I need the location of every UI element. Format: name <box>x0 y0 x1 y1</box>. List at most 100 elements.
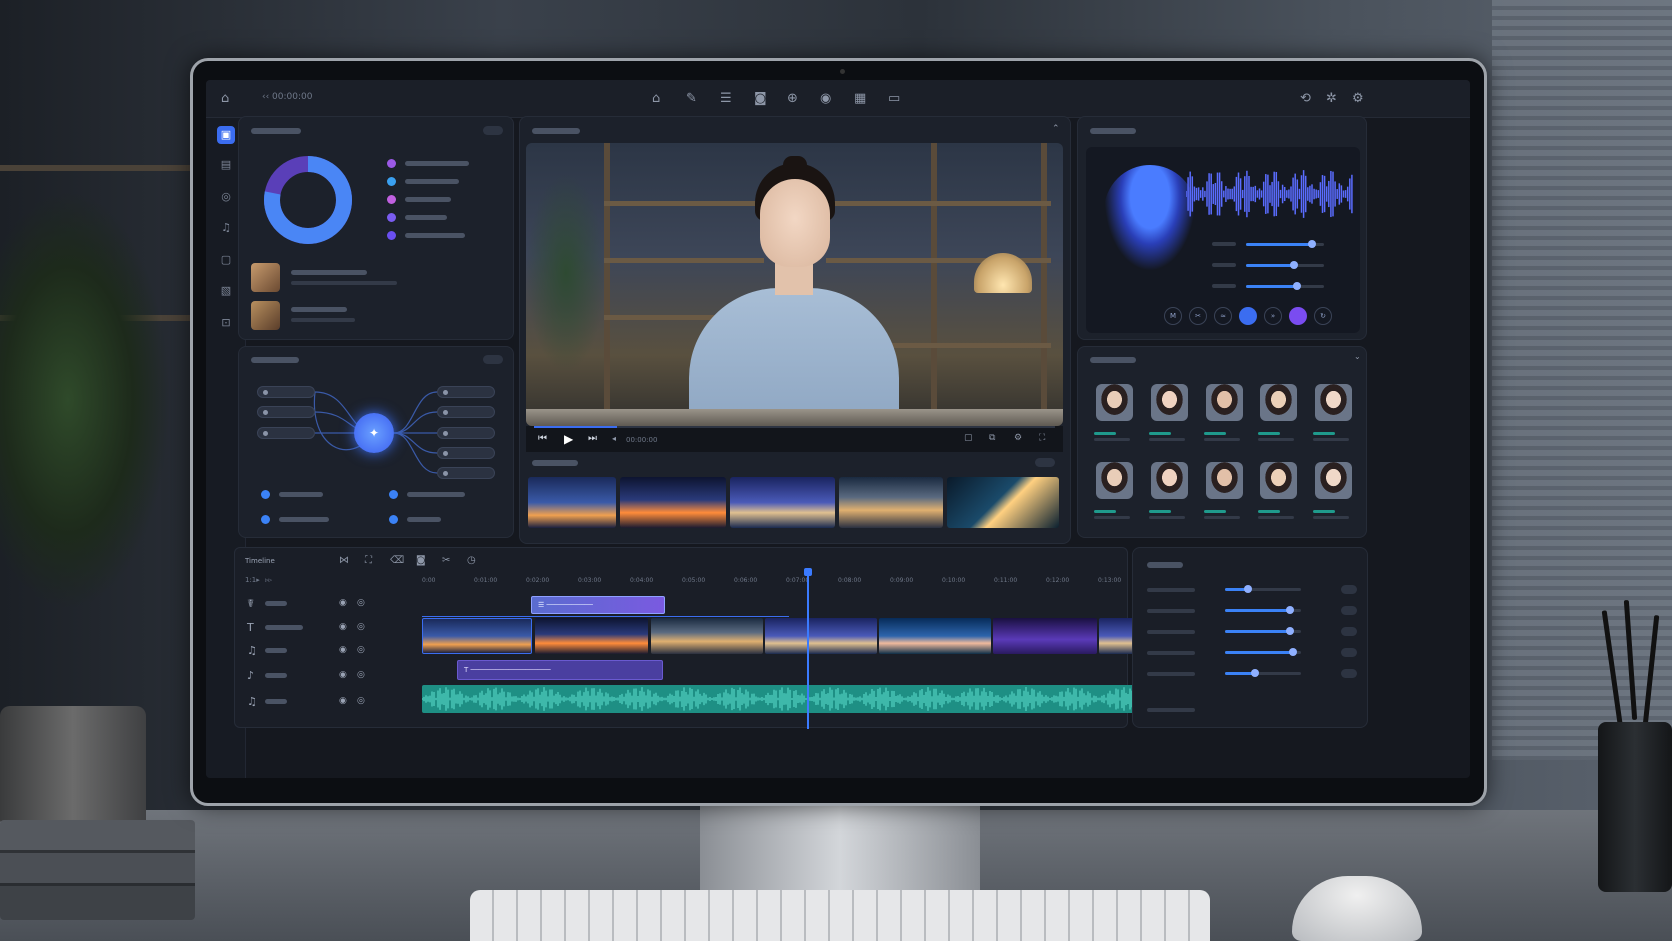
crop-icon[interactable]: ⛶ <box>365 556 372 566</box>
avatar-option[interactable] <box>1315 462 1352 499</box>
voice-slider-3[interactable] <box>1246 282 1324 290</box>
scenes-options-button[interactable] <box>1035 458 1055 467</box>
avatar-option[interactable] <box>1096 384 1133 421</box>
playhead[interactable] <box>804 568 812 729</box>
settings-icon[interactable]: ⚙ <box>1352 92 1364 105</box>
workflow-node[interactable] <box>437 386 495 398</box>
lock-icon[interactable]: ◎ <box>357 598 365 608</box>
avatar[interactable] <box>251 263 280 292</box>
workflow-node[interactable] <box>437 447 495 459</box>
cut-icon[interactable]: ✂ <box>442 556 450 566</box>
video-clip[interactable] <box>651 618 763 654</box>
title-clip[interactable]: ☰ ─────────── <box>531 596 665 614</box>
property-slider[interactable] <box>1225 669 1301 677</box>
text-clip[interactable]: T ─────────────────── <box>457 660 663 680</box>
slider-knob[interactable] <box>1243 585 1252 593</box>
property-value-chip[interactable] <box>1341 606 1357 615</box>
slider-knob[interactable] <box>1285 627 1294 635</box>
clock-icon[interactable]: ◷ <box>467 556 476 566</box>
property-value-chip[interactable] <box>1341 648 1357 657</box>
more-icon[interactable]: ⌄ <box>1354 353 1361 361</box>
sidebar-item-layouts[interactable]: ▤ <box>217 156 235 174</box>
visibility-icon[interactable]: ◉ <box>339 696 347 706</box>
scene-thumbnail[interactable] <box>528 477 616 528</box>
lock-icon[interactable]: ◎ <box>357 670 365 680</box>
workflow-node[interactable] <box>257 386 315 398</box>
magic-icon[interactable]: ✲ <box>1326 92 1337 105</box>
effect-button[interactable] <box>1289 307 1307 325</box>
avatar-option[interactable] <box>1260 384 1297 421</box>
workflow-node[interactable] <box>437 406 495 418</box>
video-preview[interactable] <box>526 143 1063 426</box>
slider-knob[interactable] <box>1251 669 1260 677</box>
video-clip[interactable] <box>765 618 877 654</box>
workflow-node[interactable] <box>437 427 495 439</box>
property-slider[interactable] <box>1225 627 1301 635</box>
slider-knob[interactable] <box>1292 282 1301 290</box>
skip-forward-icon[interactable]: ⏭ <box>588 434 597 444</box>
eye-icon[interactable]: ◉ <box>820 92 831 105</box>
avatar-option[interactable] <box>1151 462 1188 499</box>
avatar-option[interactable] <box>1151 384 1188 421</box>
avatar-option[interactable] <box>1206 462 1243 499</box>
visibility-icon[interactable]: ◉ <box>339 645 347 655</box>
playback-progress[interactable] <box>534 426 1055 428</box>
avatar-option[interactable] <box>1206 384 1243 421</box>
panel-options-button[interactable] <box>483 126 503 135</box>
lock-icon[interactable]: ◎ <box>357 622 365 632</box>
sidebar-item-text[interactable]: ▢ <box>217 251 235 269</box>
volume-icon[interactable]: ◂ <box>612 435 616 443</box>
sidebar-item-export[interactable]: ⊡ <box>217 314 235 332</box>
audio-clip[interactable] <box>422 685 1147 713</box>
avatar-option[interactable] <box>1260 462 1297 499</box>
lock-icon[interactable]: ◎ <box>357 696 365 706</box>
camera-icon[interactable]: ◙ <box>754 92 767 105</box>
video-clip[interactable] <box>993 618 1097 654</box>
scene-thumbnail[interactable] <box>620 477 726 528</box>
skip-icon[interactable]: » <box>1264 307 1282 325</box>
skip-back-icon[interactable]: ⏮ <box>538 434 547 444</box>
visibility-icon[interactable]: ◉ <box>339 622 347 632</box>
wave-icon[interactable]: ≈ <box>1214 307 1232 325</box>
voice-slider-2[interactable] <box>1246 261 1324 269</box>
property-slider[interactable] <box>1225 585 1301 593</box>
cut-icon[interactable]: ✂ <box>1189 307 1207 325</box>
mic-icon[interactable]: M <box>1164 307 1182 325</box>
sidebar-item-media[interactable]: ▣ <box>217 126 235 144</box>
workflow-node[interactable] <box>437 467 495 479</box>
avatar[interactable] <box>251 301 280 330</box>
video-clip[interactable] <box>535 618 648 654</box>
sidebar-item-voices[interactable]: ♫ <box>217 219 235 237</box>
captions-icon[interactable]: ▢ <box>964 434 973 443</box>
voice-slider-1[interactable] <box>1246 240 1324 248</box>
sidebar-item-avatars[interactable]: ◎ <box>217 188 235 206</box>
camera-icon[interactable]: ◙ <box>416 556 426 566</box>
slider-knob[interactable] <box>1285 606 1294 614</box>
loop-icon[interactable]: ↻ <box>1314 307 1332 325</box>
settings-icon[interactable]: ⚙ <box>1014 434 1022 443</box>
video-clip[interactable] <box>879 618 991 654</box>
slider-knob[interactable] <box>1289 648 1298 656</box>
menu-icon[interactable]: ☰ <box>720 92 732 105</box>
scene-thumbnail[interactable] <box>839 477 943 528</box>
lock-icon[interactable]: ◎ <box>357 645 365 655</box>
home-icon[interactable]: ⌂ <box>221 92 229 105</box>
edit-icon[interactable]: ✎ <box>686 92 697 105</box>
record-button[interactable] <box>1239 307 1257 325</box>
avatar-option[interactable] <box>1096 462 1133 499</box>
fullscreen-icon[interactable]: ⛶ <box>1039 434 1045 443</box>
visibility-icon[interactable]: ◉ <box>339 670 347 680</box>
workflow-node[interactable] <box>257 406 315 418</box>
property-value-chip[interactable] <box>1341 585 1357 594</box>
property-slider[interactable] <box>1225 648 1301 656</box>
ai-icon[interactable]: ⊕ <box>787 92 798 105</box>
export-icon[interactable]: ▭ <box>888 92 900 105</box>
video-clip[interactable] <box>422 618 532 654</box>
split-icon[interactable]: ⋈ <box>339 556 349 566</box>
property-value-chip[interactable] <box>1341 627 1357 636</box>
ai-hub-icon[interactable]: ✦ <box>354 413 394 453</box>
play-icon[interactable]: ▶ <box>564 433 573 445</box>
grid-icon[interactable]: ▦ <box>854 92 866 105</box>
visibility-icon[interactable]: ◉ <box>339 598 347 608</box>
sync-icon[interactable]: ⟲ <box>1300 92 1311 105</box>
